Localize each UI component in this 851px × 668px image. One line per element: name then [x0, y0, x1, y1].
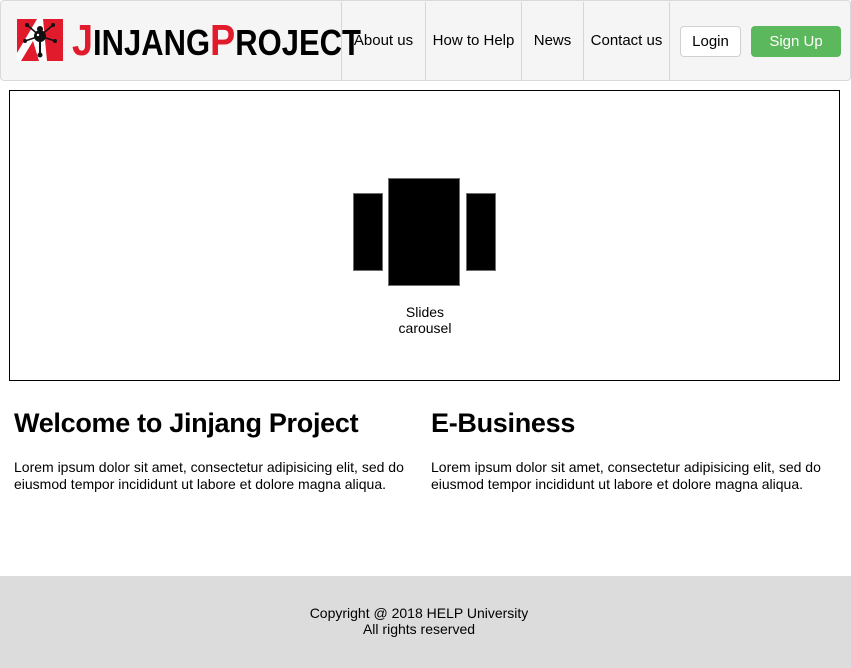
brand-wordmark: JINJANGPROJECT	[72, 16, 361, 65]
brand-link[interactable]: JINJANGPROJECT	[2, 2, 361, 80]
e-business-text: Lorem ipsum dolor sit amet, consectetur …	[431, 459, 821, 492]
slides-carousel[interactable]: Slides carousel	[9, 90, 840, 381]
carousel-slide-previous	[353, 193, 383, 271]
carousel-caption-line-1: Slides	[405, 304, 445, 320]
footer-copyright: Copyright @ 2018 HELP University	[309, 605, 529, 621]
nav-item-how-to-help[interactable]: How to Help	[425, 2, 521, 80]
sign-up-button[interactable]: Sign Up	[751, 26, 841, 57]
footer: Copyright @ 2018 HELP University All rig…	[0, 576, 851, 668]
carousel-slide-current	[388, 178, 460, 286]
welcome-section: Welcome to Jinjang Project Lorem ipsum d…	[14, 405, 414, 493]
footer-text: Copyright @ 2018 HELP University All rig…	[0, 605, 838, 637]
e-business-heading: E-Business	[431, 408, 576, 438]
login-button[interactable]: Login	[680, 26, 741, 57]
carousel-caption: Slides carousel	[375, 304, 475, 336]
jinjang-project-logo-icon	[17, 19, 63, 61]
nav-item-contact-us[interactable]: Contact us	[583, 2, 670, 80]
carousel-slide-next	[466, 193, 496, 271]
footer-rights: All rights reserved	[362, 621, 476, 637]
welcome-heading: Welcome to Jinjang Project	[14, 408, 359, 438]
carousel-caption-line-2: carousel	[398, 320, 452, 336]
nav-item-about-us[interactable]: About us	[341, 2, 425, 80]
navbar: JINJANGPROJECT About us How to Help News…	[0, 0, 851, 81]
e-business-section: E-Business Lorem ipsum dolor sit amet, c…	[431, 405, 831, 493]
nav-item-news[interactable]: News	[521, 2, 583, 80]
welcome-text: Lorem ipsum dolor sit amet, consectetur …	[14, 459, 404, 492]
